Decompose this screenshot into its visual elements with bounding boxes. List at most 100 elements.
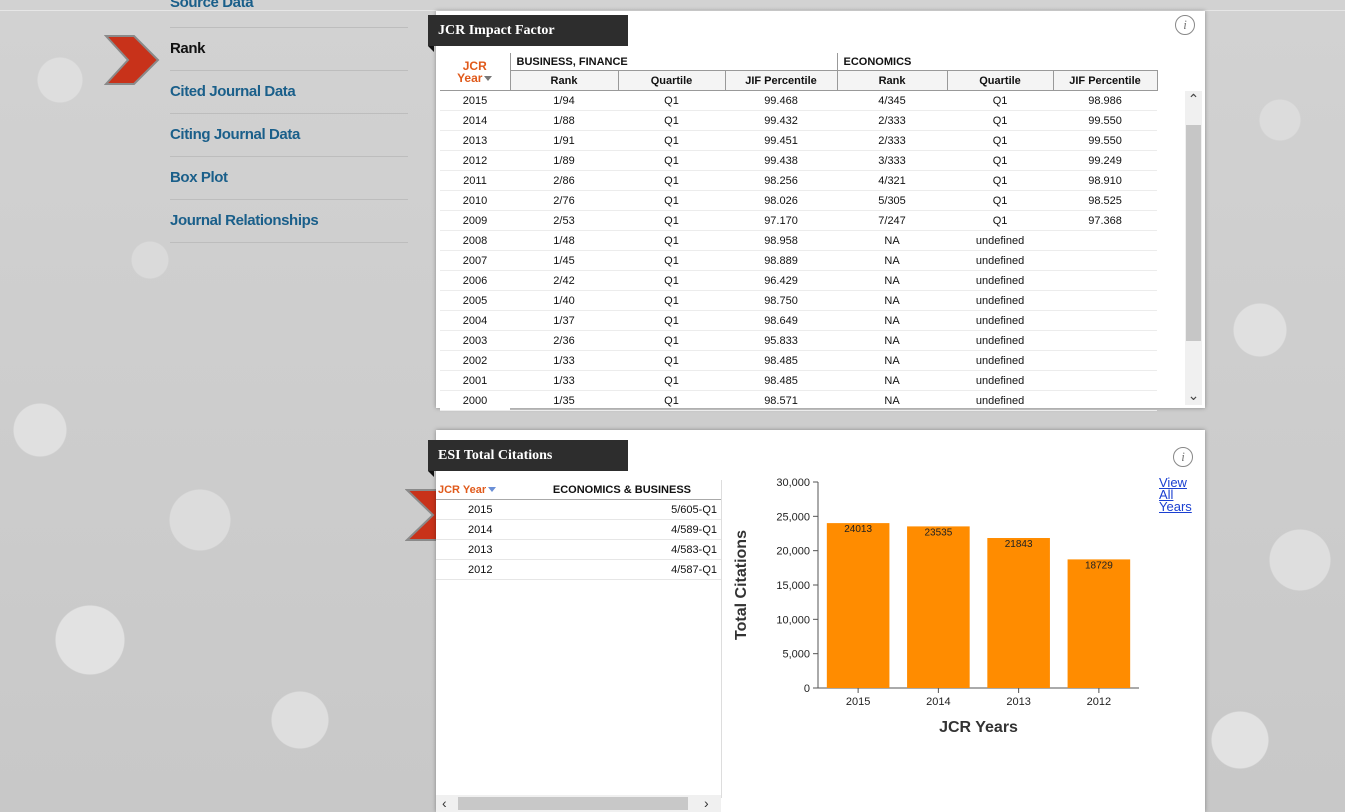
cell-bf-quartile: Q1 <box>618 90 725 111</box>
cell-econ-quartile: undefined <box>947 310 1054 331</box>
cell-econ-jif-percentile: 99.550 <box>1053 130 1158 151</box>
cell-econ-jif-percentile <box>1053 310 1158 331</box>
cell-econ-rank: 4/321 <box>837 170 948 191</box>
col-econ-jif-percentile[interactable]: JIF Percentile <box>1052 70 1158 91</box>
sidebar-item-box-plot[interactable]: Box Plot <box>170 157 408 200</box>
sidebar-nav: Source Data Rank Cited Journal Data Citi… <box>170 0 408 243</box>
cell-year: 2000 <box>440 390 510 411</box>
cell-econ-quartile: undefined <box>947 290 1054 311</box>
cell-bf-quartile: Q1 <box>618 230 725 251</box>
cell-econ-quartile: undefined <box>947 330 1054 351</box>
cell-year: 2011 <box>440 170 510 191</box>
cell-bf-jif-percentile: 98.256 <box>725 170 838 191</box>
cell-econ-jif-percentile <box>1053 390 1158 411</box>
cell-econ-quartile: undefined <box>947 390 1054 411</box>
cell-bf-rank: 1/88 <box>510 110 618 131</box>
esi-panel-title: ESI Total Citations <box>428 440 628 477</box>
col-bf-quartile[interactable]: Quartile <box>617 70 726 91</box>
cell-econ-quartile: undefined <box>947 250 1054 271</box>
cell-year: 2008 <box>440 230 510 251</box>
cell-bf-jif-percentile: 99.468 <box>725 90 838 111</box>
cell-bf-rank: 1/48 <box>510 230 618 251</box>
y-axis-title: Total Citations <box>733 530 750 640</box>
table-row: 2015 5/605-Q1 <box>436 499 721 520</box>
col-econ-quartile[interactable]: Quartile <box>946 70 1054 91</box>
cell-econ-quartile: Q1 <box>947 150 1054 171</box>
cell-year: 2014 <box>440 110 510 131</box>
jif-rank-table: JCR Year BUSINESS, FINANCE ECONOMICS Ran… <box>440 53 1158 411</box>
cell-bf-jif-percentile: 99.451 <box>725 130 838 151</box>
cell-year: 2012 <box>440 150 510 171</box>
table-row: 2012 4/587-Q1 <box>436 559 721 580</box>
cell-rank: 5/605-Q1 <box>522 499 721 520</box>
cell-bf-jif-percentile: 97.170 <box>725 210 838 231</box>
table-row: 2006 2/42 Q1 96.429 NA undefined <box>440 270 1158 291</box>
cell-bf-quartile: Q1 <box>618 190 725 211</box>
cell-bf-quartile: Q1 <box>618 290 725 311</box>
cell-econ-rank: 2/333 <box>837 130 948 151</box>
esi-info-icon[interactable]: i <box>1173 447 1193 467</box>
jif-scroll-thumb[interactable] <box>1186 125 1201 341</box>
sidebar-item-citing-journal-data[interactable]: Citing Journal Data <box>170 114 408 157</box>
jif-info-icon[interactable]: i <box>1175 15 1195 35</box>
y-tick-label: 30,000 <box>776 477 810 489</box>
cell-econ-jif-percentile <box>1053 230 1158 251</box>
cell-econ-jif-percentile: 98.525 <box>1053 190 1158 211</box>
cell-bf-rank: 2/53 <box>510 210 618 231</box>
y-tick-label: 0 <box>804 683 810 695</box>
col-bf-rank[interactable]: Rank <box>509 70 619 91</box>
sidebar-item-rank[interactable]: Rank <box>170 28 408 71</box>
cell-bf-jif-percentile: 98.485 <box>725 370 838 391</box>
cell-econ-jif-percentile <box>1053 250 1158 271</box>
cell-bf-rank: 1/89 <box>510 150 618 171</box>
scroll-up-icon[interactable]: ⌃ <box>1185 91 1202 108</box>
esi-year-header[interactable]: JCR Year <box>436 480 523 500</box>
cell-econ-quartile: Q1 <box>947 170 1054 191</box>
table-row: 2005 1/40 Q1 98.750 NA undefined <box>440 290 1158 311</box>
view-all-years-link[interactable]: View All Years <box>1159 476 1192 513</box>
cell-year: 2013 <box>440 130 510 151</box>
cell-econ-rank: 5/305 <box>837 190 948 211</box>
cell-econ-jif-percentile <box>1053 290 1158 311</box>
scroll-left-icon[interactable]: ‹ <box>442 795 447 812</box>
cell-econ-quartile: Q1 <box>947 210 1054 231</box>
cell-bf-jif-percentile: 95.833 <box>725 330 838 351</box>
esi-category-header[interactable]: ECONOMICS & BUSINESS <box>522 480 721 500</box>
cell-econ-quartile: Q1 <box>947 130 1054 151</box>
table-row: 2013 4/583-Q1 <box>436 539 721 560</box>
table-row: 2015 1/94 Q1 99.468 4/345 Q1 98.986 <box>440 90 1158 111</box>
jif-panel: JCR Impact Factor i JCR Year BUSINESS, F… <box>428 11 1205 411</box>
cell-year: 2015 <box>436 499 523 520</box>
year-header-line2: Year <box>457 70 483 85</box>
cell-bf-jif-percentile: 98.750 <box>725 290 838 311</box>
table-row: 2001 1/33 Q1 98.485 NA undefined <box>440 370 1158 391</box>
sidebar-item-source-data[interactable]: Source Data <box>170 0 408 28</box>
bar <box>826 523 890 688</box>
cell-bf-jif-percentile: 98.649 <box>725 310 838 331</box>
table-row: 2014 1/88 Q1 99.432 2/333 Q1 99.550 <box>440 110 1158 131</box>
cell-year: 2002 <box>440 350 510 371</box>
col-econ-rank[interactable]: Rank <box>836 70 948 91</box>
cell-econ-quartile: Q1 <box>947 90 1054 111</box>
cell-econ-rank: 4/345 <box>837 90 948 111</box>
jif-panel-title: JCR Impact Factor <box>428 15 628 52</box>
x-tick-label: 2015 <box>846 696 870 708</box>
rank-pointer-arrow-icon <box>104 35 160 85</box>
cell-econ-jif-percentile: 97.368 <box>1053 210 1158 231</box>
cell-bf-jif-percentile: 98.571 <box>725 390 838 411</box>
col-bf-jif-percentile[interactable]: JIF Percentile <box>724 70 838 91</box>
cell-bf-rank: 2/76 <box>510 190 618 211</box>
jif-table-body: 2015 1/94 Q1 99.468 4/345 Q1 98.986 2014 1/88 Q1 9… <box>440 90 1158 411</box>
cell-econ-rank: NA <box>837 310 948 331</box>
year-column-header[interactable]: JCR Year <box>440 53 510 91</box>
esi-horizontal-scrollbar[interactable]: ‹ › <box>436 795 721 812</box>
scroll-down-icon[interactable]: ⌄ <box>1185 387 1202 404</box>
esi-h-scroll-thumb[interactable] <box>458 797 688 810</box>
sidebar-item-journal-relationships[interactable]: Journal Relationships <box>170 200 408 243</box>
jif-vertical-scrollbar[interactable]: ⌃ ⌄ <box>1185 91 1202 405</box>
esi-panel: ESI Total Citations i JCR Year ECONOMICS… <box>428 430 1205 812</box>
cell-econ-quartile: undefined <box>947 230 1054 251</box>
cell-year: 2001 <box>440 370 510 391</box>
scroll-right-icon[interactable]: › <box>704 795 709 812</box>
sidebar-item-cited-journal-data[interactable]: Cited Journal Data <box>170 71 408 114</box>
